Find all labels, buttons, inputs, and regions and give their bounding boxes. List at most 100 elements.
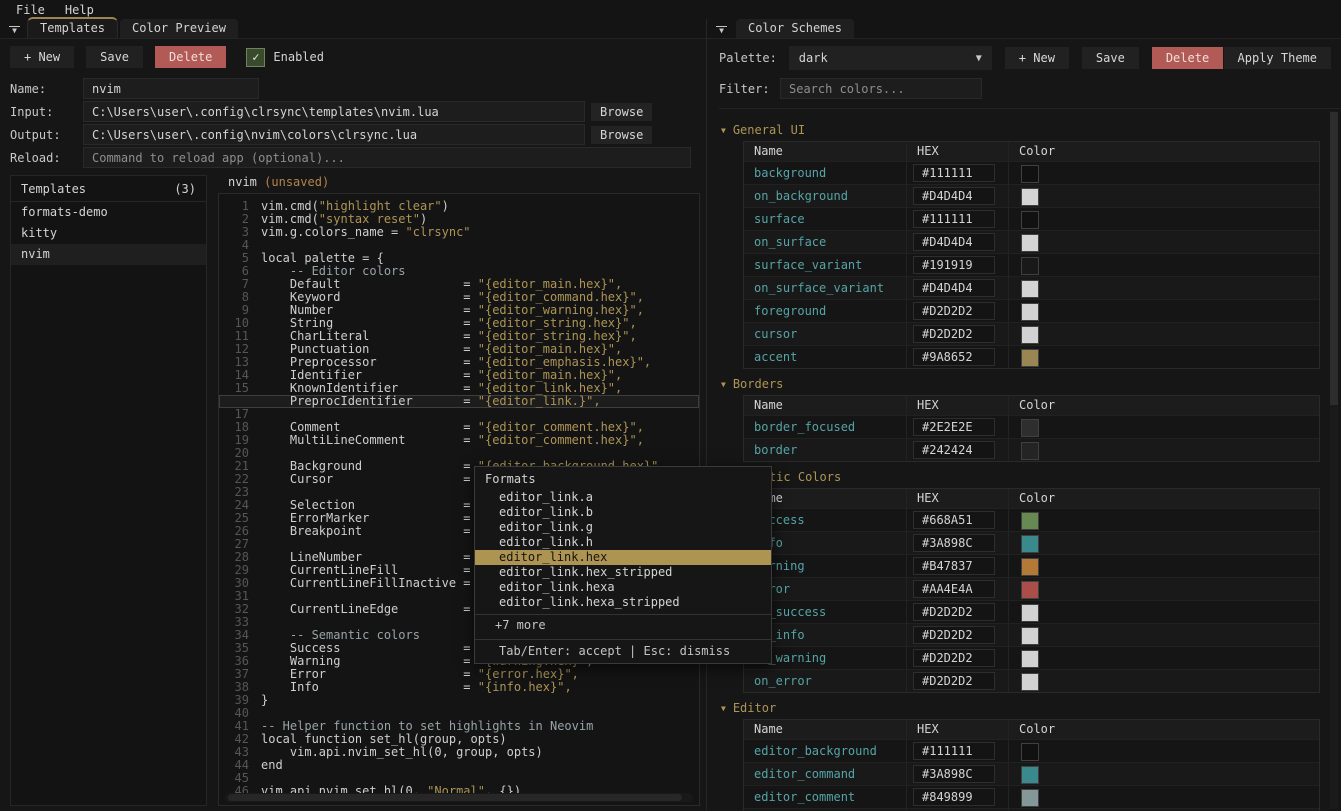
reload-command-field[interactable]	[83, 147, 691, 168]
hex-value-input[interactable]: #D4D4D4	[913, 187, 995, 205]
color-row-editor_comment[interactable]: editor_comment#849899	[744, 785, 1319, 808]
hex-value-input[interactable]: #D2D2D2	[913, 325, 995, 343]
apply-theme-button[interactable]: Apply Theme	[1224, 47, 1331, 69]
popup-item-editor_link.h[interactable]: editor_link.h	[475, 535, 771, 550]
color-swatch[interactable]	[1021, 789, 1039, 807]
section-header-General UI[interactable]: ▼General UI	[721, 123, 1341, 137]
color-swatch[interactable]	[1021, 234, 1039, 252]
color-row-on_background[interactable]: on_background#D4D4D4	[744, 184, 1319, 207]
color-row-editor_background[interactable]: editor_background#111111	[744, 739, 1319, 762]
popup-more-item[interactable]: +7 more	[475, 615, 771, 635]
delete-palette-button[interactable]: Delete	[1152, 47, 1223, 69]
color-swatch[interactable]	[1021, 303, 1039, 321]
color-swatch[interactable]	[1021, 442, 1039, 460]
color-row-foreground[interactable]: foreground#D2D2D2	[744, 299, 1319, 322]
color-swatch[interactable]	[1021, 604, 1039, 622]
vertical-scrollbar-thumb[interactable]	[1330, 112, 1338, 405]
color-row-cursor[interactable]: cursor#D2D2D2	[744, 322, 1319, 345]
hex-value-input[interactable]: #D2D2D2	[913, 672, 995, 690]
color-swatch[interactable]	[1021, 326, 1039, 344]
vertical-scrollbar[interactable]	[1330, 111, 1338, 809]
name-input[interactable]	[83, 78, 259, 99]
horizontal-scrollbar[interactable]	[225, 793, 693, 802]
output-browse-button[interactable]: Browse	[591, 126, 652, 144]
section-header-Editor[interactable]: ▼Editor	[721, 701, 1341, 715]
color-swatch[interactable]	[1021, 743, 1039, 761]
color-row-on_warning[interactable]: on_warning#D2D2D2	[744, 646, 1319, 669]
save-template-button[interactable]: Save	[86, 46, 143, 68]
color-row-on_error[interactable]: on_error#D2D2D2	[744, 669, 1319, 692]
section-header-Borders[interactable]: ▼Borders	[721, 377, 1341, 391]
collapse-panel-icon[interactable]: ▼	[9, 26, 20, 34]
color-row-background[interactable]: background#111111	[744, 161, 1319, 184]
template-item-nvim[interactable]: nvim	[11, 244, 206, 265]
enabled-checkbox[interactable]: ✓	[246, 48, 265, 67]
hex-value-input[interactable]: #D4D4D4	[913, 233, 995, 251]
hex-value-input[interactable]: #3A898C	[913, 765, 995, 783]
tab-templates[interactable]: Templates	[27, 17, 118, 38]
save-palette-button[interactable]: Save	[1082, 47, 1139, 69]
popup-item-editor_link.hexa_stripped[interactable]: editor_link.hexa_stripped	[475, 595, 771, 610]
color-row-on_surface_variant[interactable]: on_surface_variant#D4D4D4	[744, 276, 1319, 299]
hex-value-input[interactable]: #9A8652	[913, 348, 995, 366]
color-row-info[interactable]: info#3A898C	[744, 531, 1319, 554]
tab-color-preview[interactable]: Color Preview	[120, 19, 238, 38]
hex-value-input[interactable]: #849899	[913, 788, 995, 806]
hex-value-input[interactable]: #D2D2D2	[913, 649, 995, 667]
hex-value-input[interactable]: #2E2E2E	[913, 418, 995, 436]
color-swatch[interactable]	[1021, 650, 1039, 668]
color-swatch[interactable]	[1021, 211, 1039, 229]
menu-help[interactable]: Help	[55, 2, 104, 18]
template-item-formats-demo[interactable]: formats-demo	[11, 202, 206, 223]
color-row-border_focused[interactable]: border_focused#2E2E2E	[744, 415, 1319, 438]
color-row-error[interactable]: error#AA4E4A	[744, 577, 1319, 600]
collapse-panel-icon[interactable]: ▼	[716, 26, 727, 34]
section-header-Semantic Colors[interactable]: ▼Semantic Colors	[721, 470, 1341, 484]
color-swatch[interactable]	[1021, 165, 1039, 183]
color-row-accent[interactable]: accent#9A8652	[744, 345, 1319, 368]
hex-value-input[interactable]: #242424	[913, 441, 995, 459]
color-row-success[interactable]: success#668A51	[744, 508, 1319, 531]
color-row-on_info[interactable]: on_info#D2D2D2	[744, 623, 1319, 646]
tab-color-schemes[interactable]: Color Schemes	[736, 19, 854, 38]
color-row-border[interactable]: border#242424	[744, 438, 1319, 461]
horizontal-scrollbar-thumb[interactable]	[228, 794, 682, 801]
popup-item-editor_link.hex[interactable]: editor_link.hex	[475, 550, 771, 565]
input-path-field[interactable]	[83, 101, 585, 122]
color-swatch[interactable]	[1021, 627, 1039, 645]
color-row-surface_variant[interactable]: surface_variant#191919	[744, 253, 1319, 276]
hex-value-input[interactable]: #111111	[913, 210, 995, 228]
hex-value-input[interactable]: #AA4E4A	[913, 580, 995, 598]
hex-value-input[interactable]: #668A51	[913, 511, 995, 529]
color-swatch[interactable]	[1021, 419, 1039, 437]
output-path-field[interactable]	[83, 124, 585, 145]
color-swatch[interactable]	[1021, 673, 1039, 691]
color-row-warning[interactable]: warning#B47837	[744, 554, 1319, 577]
color-swatch[interactable]	[1021, 512, 1039, 530]
color-swatch[interactable]	[1021, 257, 1039, 275]
hex-value-input[interactable]: #3A898C	[913, 534, 995, 552]
hex-value-input[interactable]: #111111	[913, 742, 995, 760]
color-filter-input[interactable]	[780, 78, 982, 99]
input-browse-button[interactable]: Browse	[591, 103, 652, 121]
color-swatch[interactable]	[1021, 581, 1039, 599]
popup-item-editor_link.hexa[interactable]: editor_link.hexa	[475, 580, 771, 595]
color-swatch[interactable]	[1021, 766, 1039, 784]
hex-value-input[interactable]: #111111	[913, 164, 995, 182]
hex-value-input[interactable]: #D2D2D2	[913, 302, 995, 320]
popup-item-editor_link.b[interactable]: editor_link.b	[475, 505, 771, 520]
delete-template-button[interactable]: Delete	[155, 46, 226, 68]
template-item-kitty[interactable]: kitty	[11, 223, 206, 244]
hex-value-input[interactable]: #191919	[913, 256, 995, 274]
color-swatch[interactable]	[1021, 558, 1039, 576]
color-swatch[interactable]	[1021, 349, 1039, 367]
color-row-surface[interactable]: surface#111111	[744, 207, 1319, 230]
popup-item-editor_link.hex_stripped[interactable]: editor_link.hex_stripped	[475, 565, 771, 580]
hex-value-input[interactable]: #D2D2D2	[913, 603, 995, 621]
color-swatch[interactable]	[1021, 280, 1039, 298]
color-row-on_surface[interactable]: on_surface#D4D4D4	[744, 230, 1319, 253]
hex-value-input[interactable]: #D4D4D4	[913, 279, 995, 297]
new-palette-button[interactable]: + New	[1005, 47, 1069, 69]
color-row-editor_command[interactable]: editor_command#3A898C	[744, 762, 1319, 785]
menu-file[interactable]: File	[6, 2, 55, 18]
